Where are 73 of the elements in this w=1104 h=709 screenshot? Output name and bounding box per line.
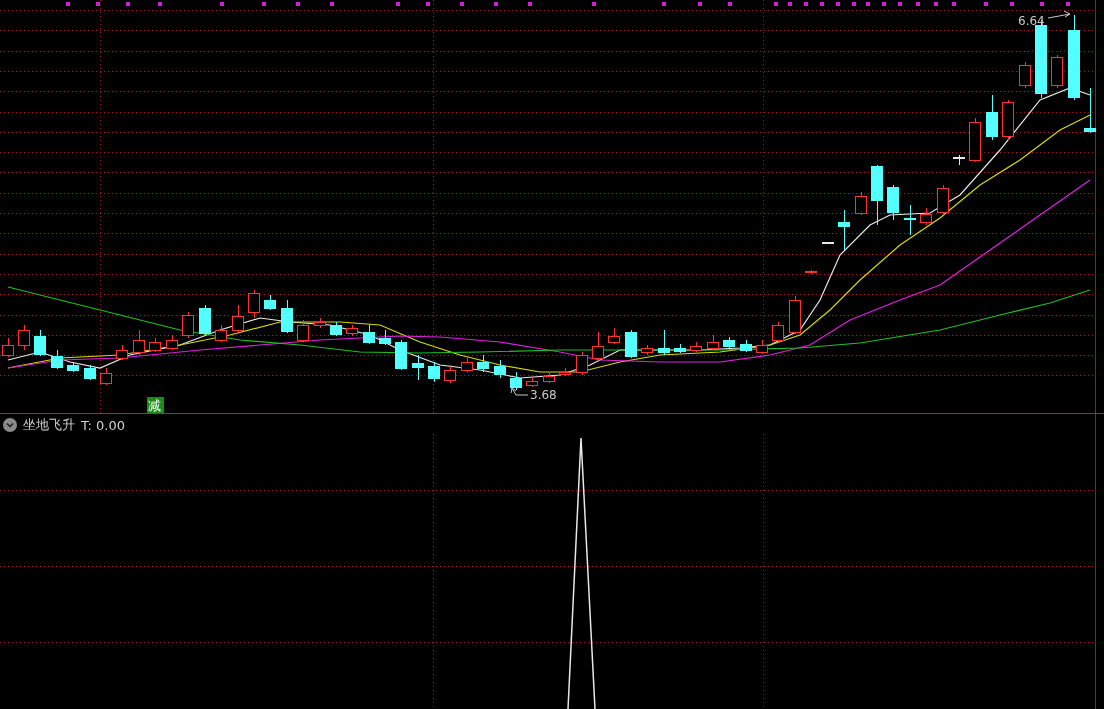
candlestick [526,377,538,388]
candlestick [494,359,506,379]
candlestick [822,241,834,244]
candlestick [34,329,46,357]
candlestick [543,371,555,384]
candlestick [232,304,244,335]
candlestick [772,321,784,343]
candlestick [723,336,735,349]
candlestick [1002,99,1014,141]
candlestick [395,339,407,371]
candlestick [756,339,768,355]
candlestick [182,311,194,339]
candlestick [658,329,670,356]
candlestick [559,367,571,377]
candlestick [84,364,96,381]
candlestick [855,191,867,216]
candlestick [18,324,30,351]
candlestick [740,339,752,353]
candlestick [2,337,14,358]
candlestick [116,344,128,361]
candlestick [1084,87,1096,134]
candlestick [608,327,620,345]
candlestick [641,344,653,356]
candlestick [690,341,702,353]
candlestick [100,367,112,386]
indicator-name: 坐地飞升 [23,416,75,434]
arrow-icon [1047,10,1071,19]
candlestick [346,324,358,337]
candlestick [248,289,260,319]
candlestick [412,354,424,381]
candlestick [149,337,161,353]
candlestick [428,361,440,383]
arrow-icon [510,387,529,396]
candlestick [937,184,949,216]
candlestick [444,364,456,384]
candlestick [215,324,227,343]
indicator-value: T: 0.00 [81,417,125,433]
candlestick [1051,54,1063,89]
candlestick [166,334,178,351]
candlestick [871,164,883,226]
low-price-label: 3.68 [530,388,557,402]
candlestick [969,117,981,163]
candlestick [363,324,375,345]
candlestick [264,294,276,311]
candlestick [133,329,145,356]
candlestick [477,354,489,373]
candlestick [314,317,326,329]
signal-badge: 减 [147,397,164,413]
candlestick [510,371,522,391]
high-price-label: 6.64 [1018,14,1045,28]
candlestick [707,334,719,351]
candlestick [379,329,391,346]
candlestick [592,331,604,361]
candlestick [887,184,899,221]
candlestick [330,321,342,337]
candlestick [805,269,817,275]
candlestick [674,343,686,354]
candlestick [904,204,916,236]
candlestick [576,351,588,376]
candlestick [199,304,211,337]
candlestick [920,207,932,226]
candlestick [67,361,79,373]
candlestick [297,319,309,343]
chevron-down-icon[interactable] [3,418,17,432]
candlestick [51,349,63,370]
candlestick [986,94,998,141]
candlestick [281,299,293,334]
candlestick [838,209,850,251]
candlestick [953,154,965,166]
candlestick [789,295,801,335]
candlestick [461,357,473,373]
candlestick [1019,61,1031,89]
candlestick [625,329,637,359]
